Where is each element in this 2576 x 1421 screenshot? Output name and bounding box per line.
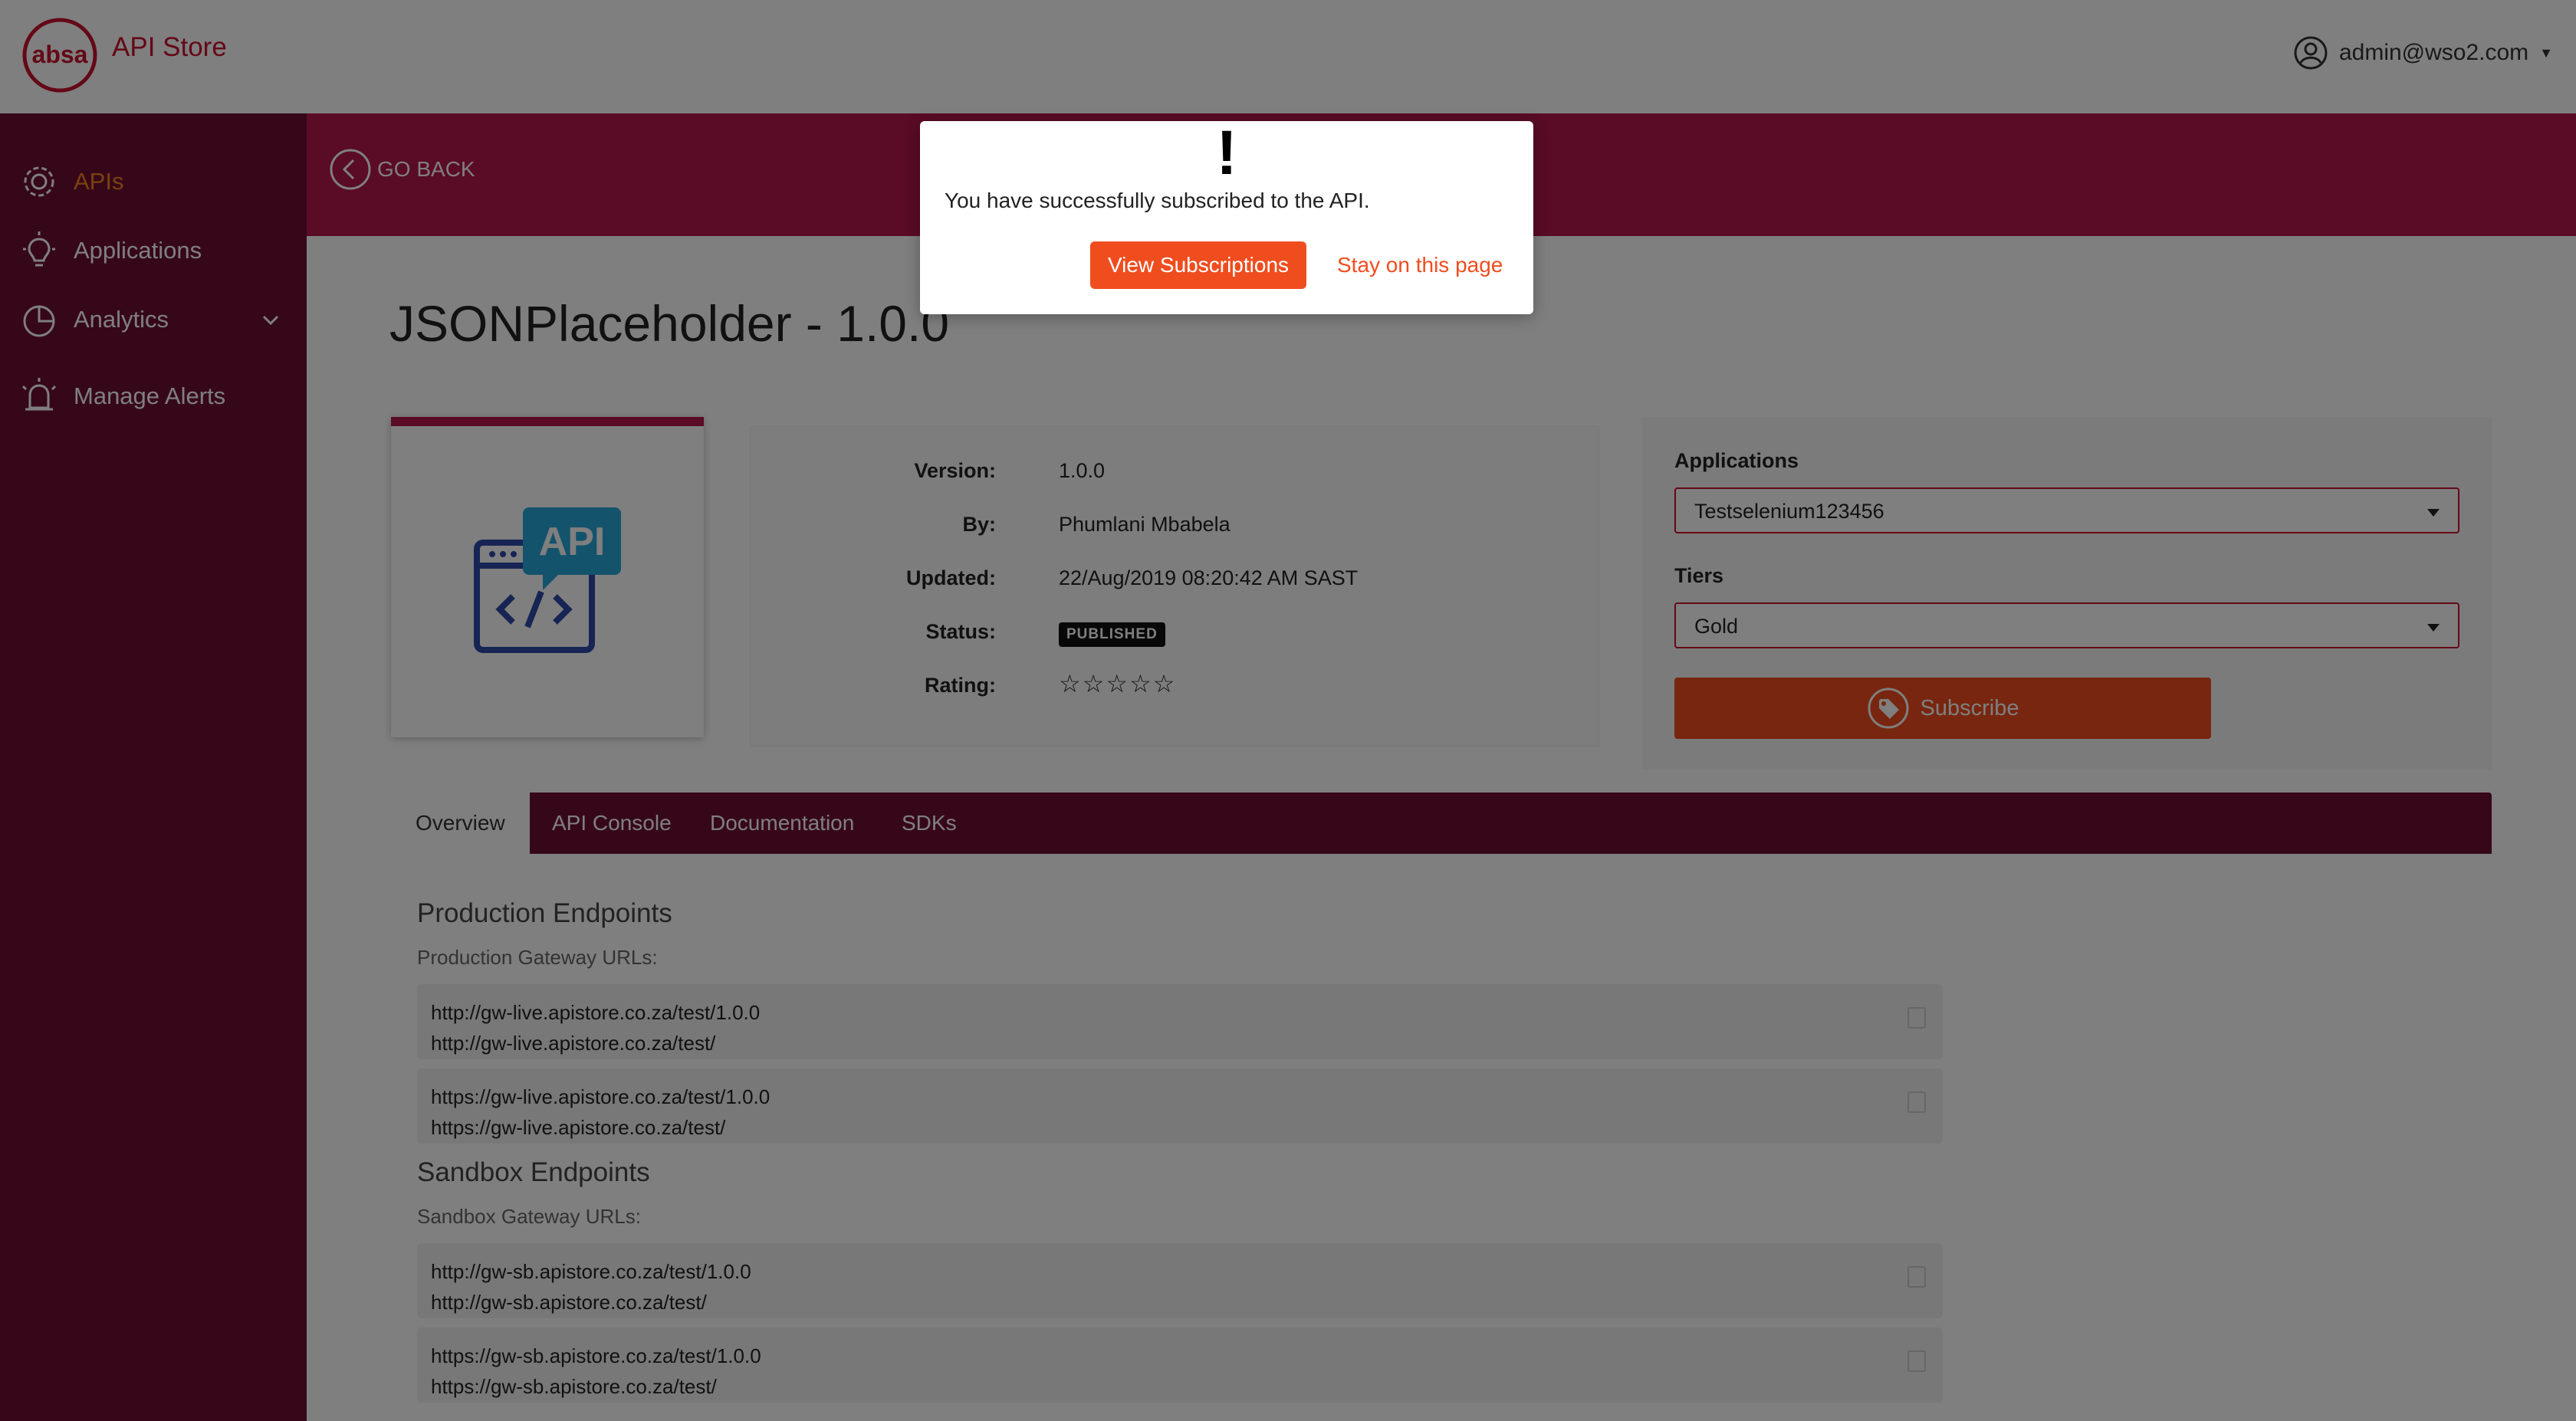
stay-on-page-link[interactable]: Stay on this page xyxy=(1337,241,1503,289)
view-subscriptions-button[interactable]: View Subscriptions xyxy=(1090,241,1306,289)
exclamation-icon: ! xyxy=(1216,118,1237,188)
subscription-success-dialog: ! You have successfully subscribed to th… xyxy=(920,121,1533,314)
dialog-message: You have successfully subscribed to the … xyxy=(945,189,1370,212)
